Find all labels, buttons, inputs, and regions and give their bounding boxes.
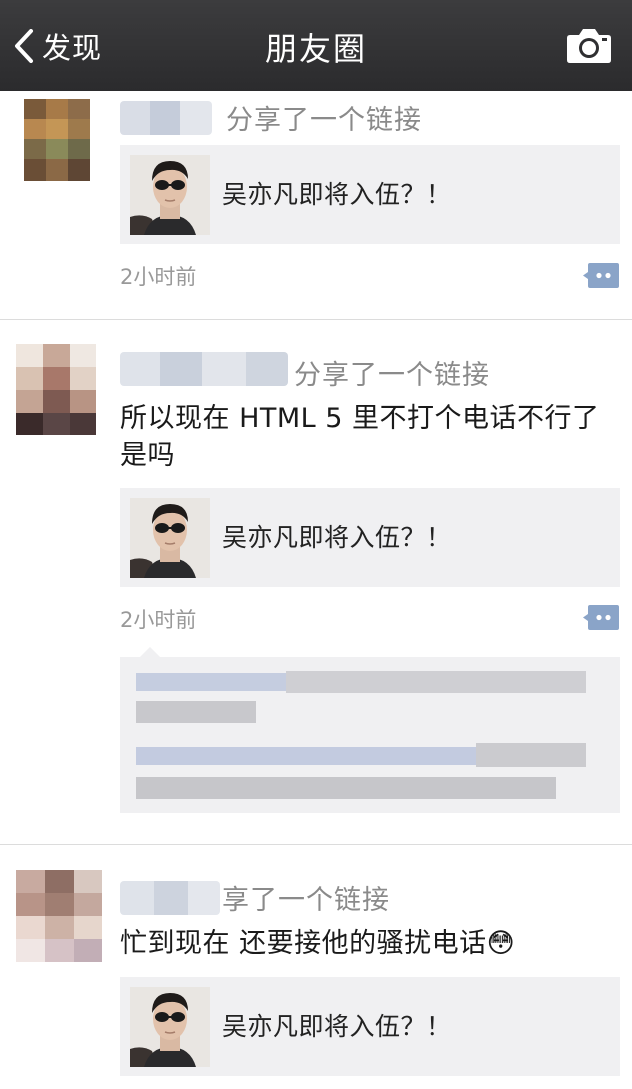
link-title: 吴亦凡即将入伍？！ bbox=[222, 1012, 452, 1041]
shared-link-card[interactable]: 吴亦凡即将入伍？！ bbox=[120, 977, 620, 1076]
feed-post: 分享了一个链接 所以现在 HTML 5 里不打个电话不行了是吗 吴亦凡即将入伍？… bbox=[0, 320, 632, 844]
shared-link-card[interactable]: 吴亦凡即将入伍？！ bbox=[120, 488, 620, 587]
link-thumbnail bbox=[130, 987, 210, 1067]
username-blurred[interactable] bbox=[120, 881, 220, 915]
comment-icon[interactable] bbox=[582, 262, 620, 289]
page-title: 朋友圈 bbox=[264, 30, 367, 68]
share-action-text: 享了一个链接 bbox=[222, 885, 390, 916]
avatar[interactable] bbox=[24, 99, 90, 181]
share-action-text: 分享了一个链接 bbox=[294, 360, 490, 391]
post-text: 所以现在 HTML 5 里不打个电话不行了是吗 bbox=[120, 403, 600, 471]
camera-icon[interactable] bbox=[566, 26, 612, 68]
share-action-text: 分享了一个链接 bbox=[226, 105, 422, 136]
feed-post: 分享了一个链接 吴亦凡即将入伍？！ 2小时前 bbox=[0, 91, 632, 319]
avatar[interactable] bbox=[16, 344, 96, 435]
post-text: 忙到现在 还要接他的骚扰电话😳 bbox=[120, 928, 516, 959]
comments-blurred bbox=[120, 657, 620, 813]
username-blurred[interactable] bbox=[120, 352, 288, 386]
link-title: 吴亦凡即将入伍？！ bbox=[222, 523, 452, 552]
feed-post: 享了一个链接 忙到现在 还要接他的骚扰电话😳 吴亦凡即将入伍？！ bbox=[0, 845, 632, 1089]
avatar[interactable] bbox=[16, 870, 102, 962]
shared-link-card[interactable]: 吴亦凡即将入伍？！ bbox=[120, 145, 620, 244]
link-thumbnail bbox=[130, 155, 210, 235]
link-thumbnail bbox=[130, 498, 210, 578]
comment-pointer bbox=[140, 647, 160, 657]
post-timestamp: 2小时前 bbox=[120, 608, 197, 632]
link-title: 吴亦凡即将入伍？！ bbox=[222, 180, 452, 209]
username-blurred[interactable] bbox=[120, 101, 212, 135]
navigation-bar: 发现 朋友圈 bbox=[0, 0, 632, 91]
post-timestamp: 2小时前 bbox=[120, 265, 197, 289]
comment-icon[interactable] bbox=[582, 604, 620, 631]
